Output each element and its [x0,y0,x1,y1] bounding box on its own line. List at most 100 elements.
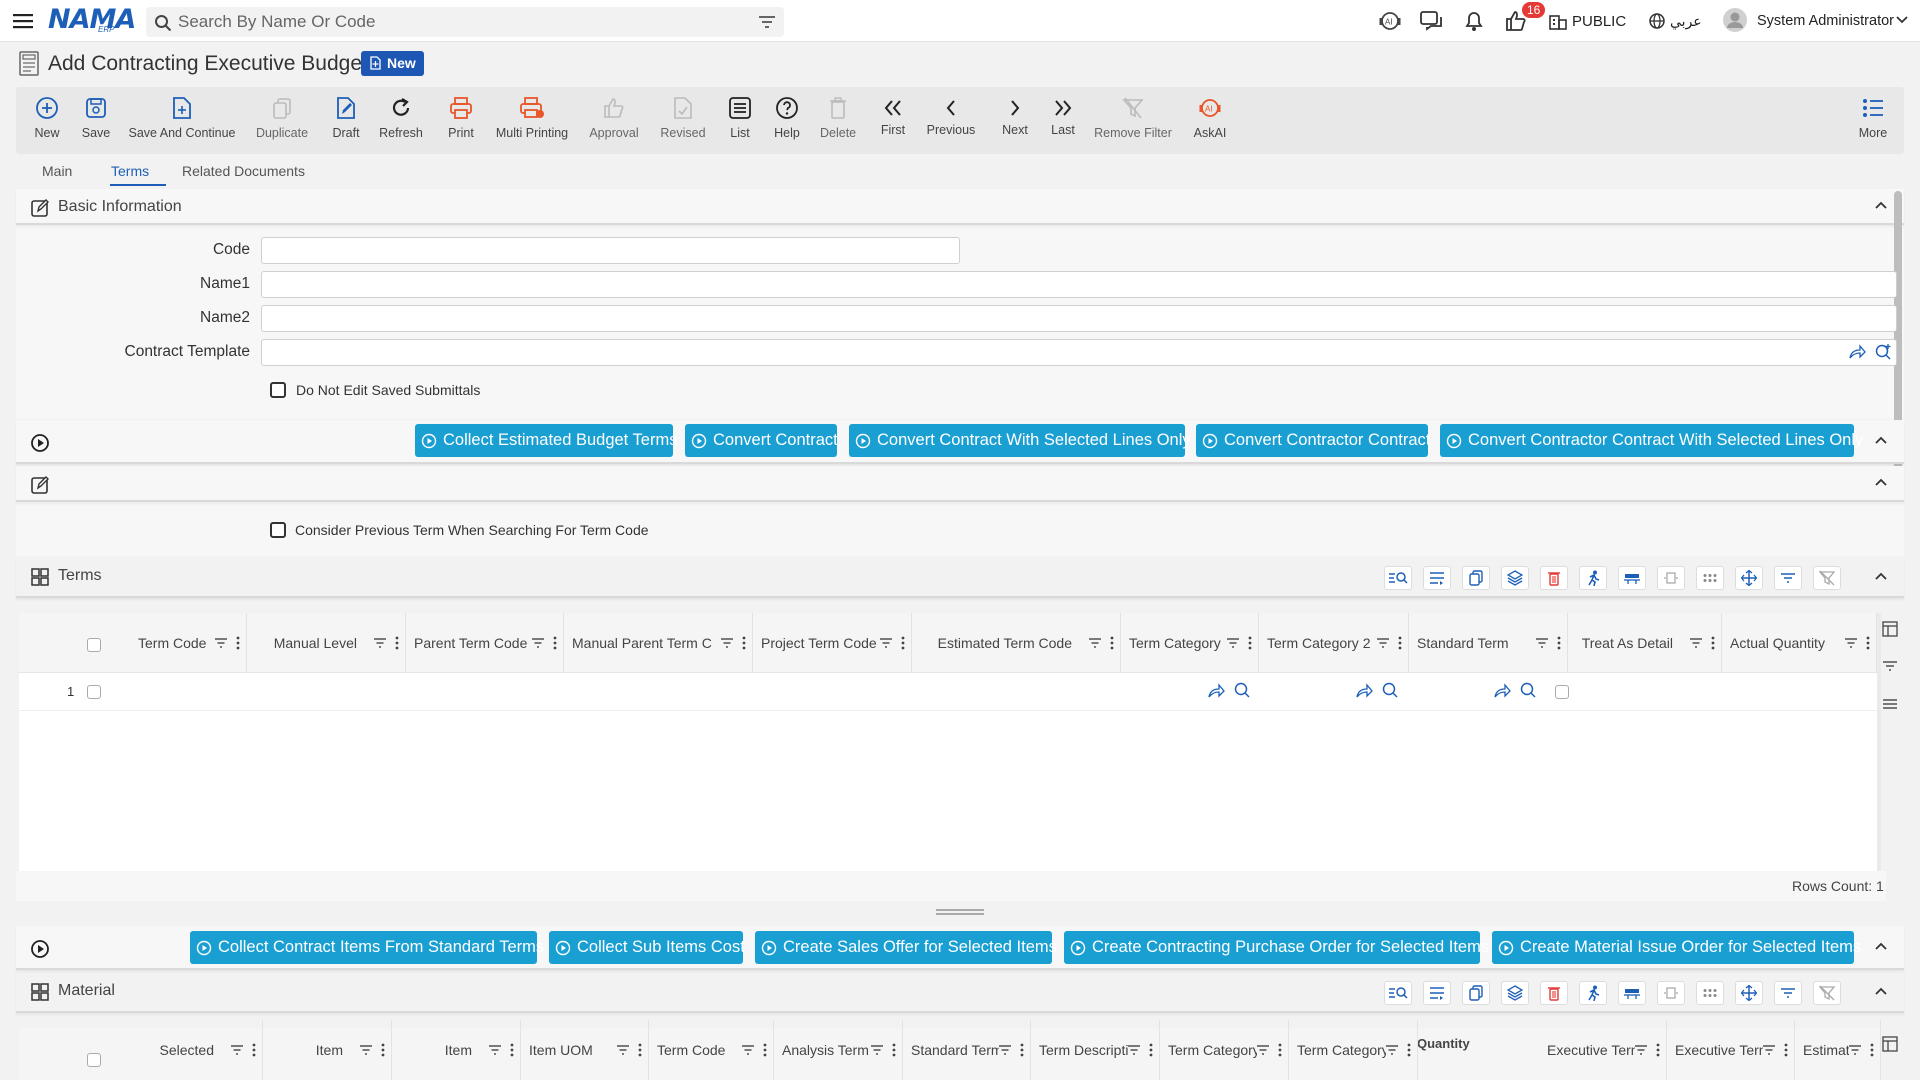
create-material-issue-order-button[interactable]: Create Material Issue Order for Selected… [1492,931,1861,964]
layers-icon[interactable] [1501,566,1529,590]
column-header[interactable]: Term Code [130,613,247,673]
chevron-up-icon[interactable] [1874,986,1888,996]
open-link-icon[interactable] [1355,683,1373,699]
column-menu-icon[interactable] [763,1043,767,1057]
column-header[interactable]: Standard Term [1409,613,1568,673]
branch-icon[interactable] [1548,11,1568,31]
open-link-icon[interactable] [1207,683,1225,699]
run-icon[interactable] [1579,981,1607,1005]
language-switch[interactable]: عربي [1670,13,1702,30]
column-filter-icon[interactable] [373,637,387,649]
column-header[interactable]: Manual Level [247,613,406,673]
bell-icon[interactable] [1462,9,1486,33]
fit-columns-icon[interactable] [1657,981,1685,1005]
grid-filter-icon[interactable] [1774,566,1802,590]
grid-filter-icon[interactable] [1774,981,1802,1005]
column-menu-icon[interactable] [1407,1043,1411,1057]
column-menu-icon[interactable] [1149,1043,1153,1057]
name2-input[interactable] [261,305,1897,332]
collect-contract-items-button[interactable]: Collect Contract Items From Standard Ter… [190,931,544,964]
insert-row-icon[interactable] [1618,566,1646,590]
play-circle-icon[interactable] [30,433,50,453]
chevron-up-icon[interactable] [1874,477,1888,487]
chevron-up-icon[interactable] [1874,200,1888,210]
do-not-edit-checkbox[interactable] [270,382,286,398]
select-all-checkbox[interactable] [87,638,101,652]
chevron-up-icon[interactable] [1874,571,1888,581]
column-filter-icon[interactable] [1256,1044,1270,1056]
name1-input[interactable] [261,271,1897,298]
column-menu-icon[interactable] [395,636,399,650]
play-circle-icon[interactable] [30,939,50,959]
column-menu-icon[interactable] [236,636,240,650]
column-filter-icon[interactable] [1689,637,1703,649]
side-menu-icon[interactable] [1882,698,1898,710]
user-name[interactable]: System Administrator [1757,13,1894,29]
open-link-icon[interactable] [1848,344,1866,360]
column-header[interactable]: Item [392,1020,521,1080]
resize-handle[interactable] [936,909,984,915]
column-filter-icon[interactable] [1226,637,1240,649]
column-filter-icon[interactable] [1634,1044,1648,1056]
column-filter-icon[interactable] [488,1044,502,1056]
refresh-button[interactable]: Refresh [378,95,424,150]
next-button[interactable]: Next [1000,95,1030,150]
multi-printing-button[interactable]: Multi Printing [494,95,570,150]
search-input[interactable] [178,7,738,37]
treat-as-detail-checkbox[interactable] [1555,685,1569,699]
column-menu-icon[interactable] [1248,636,1252,650]
column-filter-icon[interactable] [879,637,893,649]
previous-button[interactable]: Previous [926,95,976,150]
chevron-up-icon[interactable] [1874,941,1888,951]
run-icon[interactable] [1579,566,1607,590]
basic-info-header[interactable]: Basic Information [16,189,1904,225]
column-menu-icon[interactable] [1557,636,1561,650]
column-header[interactable]: Term Category [1160,1020,1289,1080]
column-header[interactable]: Item [263,1020,392,1080]
convert-contract-selected-lines-button[interactable]: Convert Contract With Selected Lines Onl… [849,424,1191,457]
column-filter-icon[interactable] [616,1044,630,1056]
column-filter-icon[interactable] [741,1044,755,1056]
ai-assistant-icon[interactable]: AI [1378,9,1402,33]
column-menu-icon[interactable] [638,1043,642,1057]
column-filter-icon[interactable] [870,1044,884,1056]
tab-main[interactable]: Main [42,163,72,179]
copy-row-icon[interactable] [1462,566,1490,590]
column-menu-icon[interactable] [1110,636,1114,650]
chat-icon[interactable] [1419,9,1445,33]
convert-contract-button[interactable]: Convert Contract [685,424,838,457]
column-menu-icon[interactable] [742,636,746,650]
last-button[interactable]: Last [1048,95,1078,150]
column-filter-icon[interactable] [720,637,734,649]
column-header[interactable]: Project Term Code [753,613,912,673]
columns-icon[interactable] [1882,1036,1898,1052]
column-filter-icon[interactable] [1088,637,1102,649]
duplicate-button[interactable]: Duplicate [254,95,310,150]
column-header[interactable]: Selected [123,1020,263,1080]
column-menu-icon[interactable] [1866,636,1870,650]
column-header[interactable]: Term Category [1289,1020,1418,1080]
side-filter-icon[interactable] [1882,660,1898,672]
column-filter-icon[interactable] [1535,637,1549,649]
delete-row-icon[interactable] [1540,981,1568,1005]
draft-button[interactable]: Draft [328,95,364,150]
grid-filter-off-icon[interactable] [1813,981,1841,1005]
column-header[interactable]: Term Description [1031,1020,1160,1080]
print-button[interactable]: Print [444,95,478,150]
move-icon[interactable] [1735,981,1763,1005]
save-button[interactable]: Save [76,95,116,150]
column-filter-icon[interactable] [1127,1044,1141,1056]
column-header[interactable]: Treat As Detail [1568,613,1722,673]
new-button[interactable]: New [28,95,66,150]
column-menu-icon[interactable] [553,636,557,650]
list-button[interactable]: List [726,95,754,150]
column-menu-icon[interactable] [1278,1043,1282,1057]
search-lookup-icon[interactable] [1381,681,1399,699]
contract-template-input[interactable] [261,339,1897,366]
column-filter-icon[interactable] [1844,637,1858,649]
column-filter-icon[interactable] [230,1044,244,1056]
tab-related-documents[interactable]: Related Documents [182,163,305,179]
grid-search-icon[interactable] [1384,981,1412,1005]
select-all-checkbox[interactable] [87,1053,101,1067]
options-header[interactable] [16,466,1904,502]
